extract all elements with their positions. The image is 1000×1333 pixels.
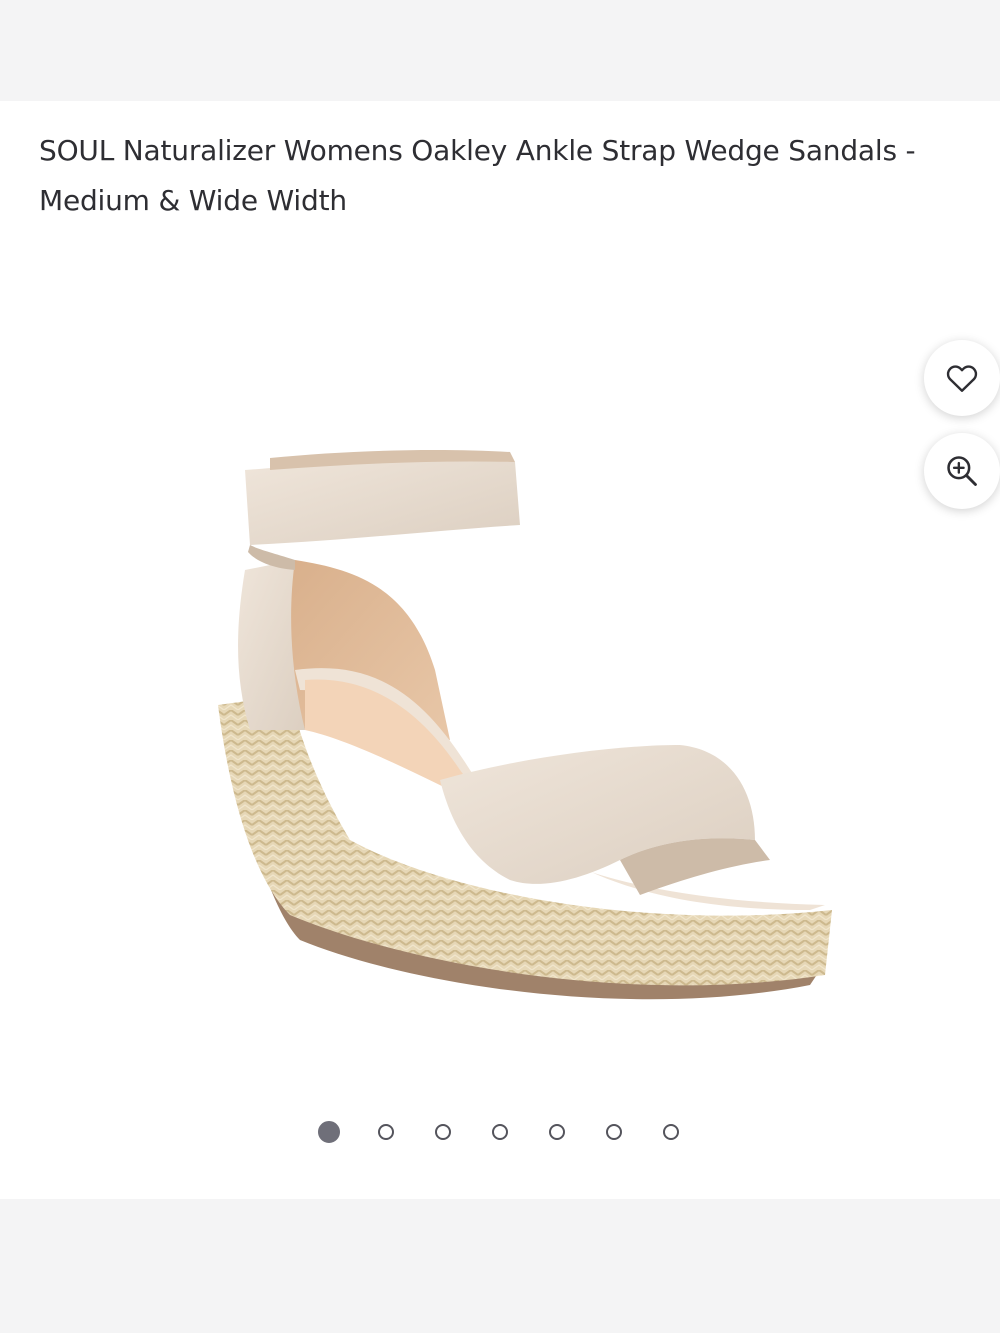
carousel-dot-indicator	[549, 1124, 565, 1140]
zoom-in-icon	[947, 456, 977, 486]
carousel-dot-6[interactable]	[586, 1124, 643, 1140]
carousel-dot-indicator	[378, 1124, 394, 1140]
carousel-dot-indicator	[435, 1124, 451, 1140]
carousel-dot-indicator	[492, 1124, 508, 1140]
bottom-section	[0, 1199, 1000, 1333]
carousel-dot-1[interactable]	[301, 1121, 358, 1143]
carousel-dot-5[interactable]	[529, 1124, 586, 1140]
carousel-dot-indicator	[663, 1124, 679, 1140]
carousel-dot-3[interactable]	[415, 1124, 472, 1140]
carousel-dot-7[interactable]	[643, 1124, 700, 1140]
carousel-dot-4[interactable]	[472, 1124, 529, 1140]
top-header-area	[0, 0, 1000, 101]
carousel-pagination	[0, 1118, 1000, 1146]
product-image[interactable]	[210, 440, 850, 1050]
zoom-button[interactable]	[924, 433, 1000, 509]
product-title: SOUL Naturalizer Womens Oakley Ankle Str…	[39, 134, 916, 217]
heart-icon	[946, 365, 978, 392]
carousel-dot-indicator	[318, 1121, 340, 1143]
carousel-dot-2[interactable]	[358, 1124, 415, 1140]
wishlist-button[interactable]	[924, 340, 1000, 416]
carousel-dot-indicator	[606, 1124, 622, 1140]
